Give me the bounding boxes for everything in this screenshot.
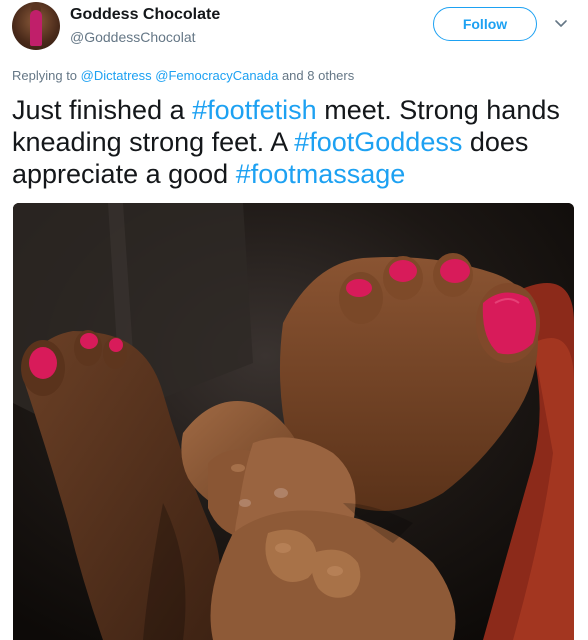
tweet-photo[interactable] — [13, 203, 574, 640]
reply-prefix: Replying to — [12, 68, 78, 83]
tweet-text-segment: Just finished a — [12, 95, 193, 125]
author-name[interactable]: Goddess Chocolate — [70, 6, 220, 24]
chevron-down-icon[interactable] — [554, 16, 568, 30]
reply-user-link[interactable]: @Dictatress — [81, 68, 152, 83]
author-handle[interactable]: @GoddessChocolat — [70, 29, 196, 45]
photo-illustration — [13, 203, 574, 640]
reply-context: Replying to @Dictatress @FemocracyCanada… — [12, 68, 354, 83]
avatar-figure — [30, 10, 42, 46]
tweet-header: Goddess Chocolate @GoddessChocolat Follo… — [0, 0, 588, 64]
tweet-text: Just finished a #footfetish meet. Strong… — [12, 94, 578, 190]
hashtag-link[interactable]: #footfetish — [192, 95, 317, 125]
avatar[interactable] — [12, 2, 60, 50]
hashtag-link[interactable]: #footmassage — [236, 159, 406, 189]
reply-user-link[interactable]: @FemocracyCanada — [155, 68, 278, 83]
follow-button[interactable]: Follow — [433, 7, 537, 41]
hashtag-link[interactable]: #footGoddess — [294, 127, 462, 157]
reply-suffix[interactable]: and 8 others — [282, 68, 354, 83]
